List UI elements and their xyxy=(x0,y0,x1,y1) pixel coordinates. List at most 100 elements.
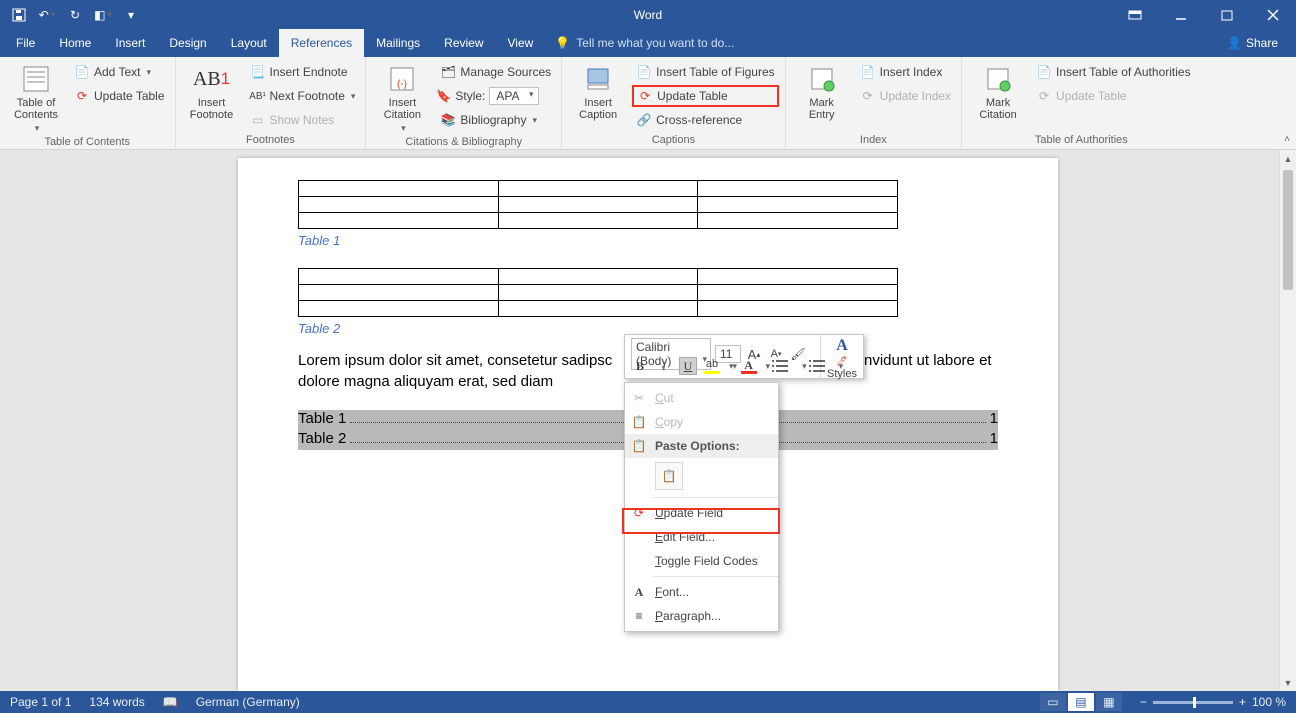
tab-review[interactable]: Review xyxy=(432,29,495,57)
mark-entry-button[interactable]: Mark Entry xyxy=(792,61,852,121)
ctx-font[interactable]: AFont... xyxy=(625,580,778,604)
group-table-of-contents: Table of Contents ▾ 📄Add Text▾ ⟳Update T… xyxy=(0,57,176,149)
group-label: Footnotes xyxy=(182,132,360,149)
bold-button[interactable]: B xyxy=(631,357,649,375)
bullets-button[interactable] xyxy=(776,358,794,374)
minimize-button[interactable] xyxy=(1158,0,1204,29)
scroll-down-icon[interactable]: ▼ xyxy=(1280,674,1296,691)
insert-endnote-button[interactable]: 📃Insert Endnote xyxy=(246,61,360,83)
tell-me-search[interactable]: 💡 Tell me what you want to do... xyxy=(545,29,734,57)
share-button[interactable]: 👤 Share xyxy=(1217,29,1288,57)
save-icon[interactable] xyxy=(10,6,28,24)
font-color-button[interactable]: A xyxy=(740,358,758,374)
tab-view[interactable]: View xyxy=(496,29,546,57)
print-layout-button[interactable]: ▤ xyxy=(1068,693,1094,711)
insert-caption-button[interactable]: Insert Caption xyxy=(568,61,628,121)
update-toc-button[interactable]: ⟳Update Table xyxy=(70,85,169,107)
update-icon: ⟳ xyxy=(637,88,653,104)
ctx-toggle-field-codes[interactable]: Toggle Field Codes xyxy=(625,549,778,573)
document-table-1[interactable] xyxy=(298,180,898,229)
insert-citation-button[interactable]: (-) Insert Citation ▾ xyxy=(372,61,432,134)
share-label: Share xyxy=(1246,36,1278,50)
group-label: Table of Contents xyxy=(6,134,169,151)
copy-icon: 📋 xyxy=(631,414,647,430)
qat-customize-icon[interactable]: ▾ xyxy=(122,6,140,24)
proofing-icon[interactable]: 📖 xyxy=(163,695,178,709)
mark-citation-icon xyxy=(982,63,1014,95)
word-count[interactable]: 134 words xyxy=(89,695,144,709)
group-citations: (-) Insert Citation ▾ 🗂Manage Sources 🔖S… xyxy=(366,57,562,149)
footnote-icon: AB1 xyxy=(196,63,228,95)
italic-button[interactable]: I xyxy=(655,357,673,375)
tab-references[interactable]: References xyxy=(279,29,364,57)
bibliography-button[interactable]: 📚Bibliography▾ xyxy=(436,109,555,131)
language-status[interactable]: German (Germany) xyxy=(196,695,300,709)
collapse-ribbon-icon[interactable]: ˄ xyxy=(1284,134,1290,145)
update-table-button[interactable]: ⟳Update Table xyxy=(632,85,779,107)
undo-icon[interactable]: ↶▾ xyxy=(38,6,56,24)
highlight-button[interactable]: ab xyxy=(703,358,721,374)
tab-insert[interactable]: Insert xyxy=(103,29,157,57)
document-table-2[interactable] xyxy=(298,268,898,317)
add-text-icon: 📄 xyxy=(74,64,90,80)
insert-authorities-button[interactable]: 📄Insert Table of Authorities xyxy=(1032,61,1195,83)
zoom-level[interactable]: 100 % xyxy=(1252,695,1286,709)
show-notes-button: ▭Show Notes xyxy=(246,109,360,131)
web-layout-button[interactable]: ▦ xyxy=(1096,693,1122,711)
table-caption-1[interactable]: Table 1 xyxy=(298,233,998,248)
group-authorities: Mark Citation 📄Insert Table of Authoriti… xyxy=(962,57,1201,149)
next-footnote-icon: AB¹ xyxy=(250,88,266,104)
ctx-paste-header: 📋Paste Options: xyxy=(625,434,778,458)
caption-icon xyxy=(582,63,614,95)
insert-footnote-button[interactable]: AB1 Insert Footnote xyxy=(182,61,242,121)
status-bar: Page 1 of 1 134 words 📖 German (Germany)… xyxy=(0,691,1296,713)
scroll-thumb[interactable] xyxy=(1283,170,1293,290)
tab-home[interactable]: Home xyxy=(47,29,103,57)
numbering-button[interactable] xyxy=(813,358,831,374)
show-notes-icon: ▭ xyxy=(250,112,266,128)
mark-citation-button[interactable]: Mark Citation xyxy=(968,61,1028,121)
ctx-update-field[interactable]: ⟳Update Field xyxy=(625,501,778,525)
underline-button[interactable]: U xyxy=(679,357,697,375)
zoom-out-button[interactable]: − xyxy=(1140,695,1147,709)
tab-design[interactable]: Design xyxy=(157,29,218,57)
tab-file[interactable]: File xyxy=(4,29,47,57)
cross-reference-button[interactable]: 🔗Cross-reference xyxy=(632,109,779,131)
update-icon: ⟳ xyxy=(74,88,90,104)
ctx-edit-field[interactable]: Edit Field... xyxy=(625,525,778,549)
vertical-scrollbar[interactable]: ▲ ▼ xyxy=(1279,150,1296,691)
maximize-button[interactable] xyxy=(1204,0,1250,29)
group-label: Index xyxy=(792,132,955,149)
font-icon: A xyxy=(631,584,647,600)
manage-sources-button[interactable]: 🗂Manage Sources xyxy=(436,61,555,83)
insert-index-button[interactable]: 📄Insert Index xyxy=(856,61,955,83)
read-mode-button[interactable]: ▭ xyxy=(1040,693,1066,711)
zoom-slider[interactable] xyxy=(1153,701,1233,704)
add-text-button[interactable]: 📄Add Text▾ xyxy=(70,61,169,83)
update-index-button: ⟳Update Index xyxy=(856,85,955,107)
paste-keep-text-button[interactable]: 📋 xyxy=(655,462,683,490)
close-button[interactable] xyxy=(1250,0,1296,29)
citation-style-select[interactable]: 🔖Style:APA xyxy=(436,85,555,107)
share-icon: 👤 xyxy=(1227,36,1242,50)
tab-mailings[interactable]: Mailings xyxy=(364,29,432,57)
ctx-paragraph[interactable]: ≡Paragraph... xyxy=(625,604,778,628)
tof-icon: 📄 xyxy=(636,64,652,80)
app-title: Word xyxy=(634,8,662,22)
ribbon-display-options-icon[interactable] xyxy=(1112,0,1158,29)
scroll-up-icon[interactable]: ▲ xyxy=(1280,150,1296,167)
group-label: Captions xyxy=(568,132,779,149)
update-authorities-button: ⟳Update Table xyxy=(1032,85,1195,107)
next-footnote-button[interactable]: AB¹Next Footnote▾ xyxy=(246,85,360,107)
citation-icon: (-) xyxy=(386,63,418,95)
zoom-in-button[interactable]: + xyxy=(1239,695,1246,709)
touch-mode-icon[interactable]: ◧▾ xyxy=(94,6,112,24)
style-icon: 🔖 xyxy=(436,89,451,103)
redo-icon[interactable]: ↻ xyxy=(66,6,84,24)
insert-table-of-figures-button[interactable]: 📄Insert Table of Figures xyxy=(632,61,779,83)
page-number[interactable]: Page 1 of 1 xyxy=(10,695,71,709)
tab-layout[interactable]: Layout xyxy=(219,29,279,57)
ctx-cut: ✂CCutut xyxy=(625,386,778,410)
cross-reference-icon: 🔗 xyxy=(636,112,652,128)
table-of-contents-button[interactable]: Table of Contents ▾ xyxy=(6,61,66,134)
